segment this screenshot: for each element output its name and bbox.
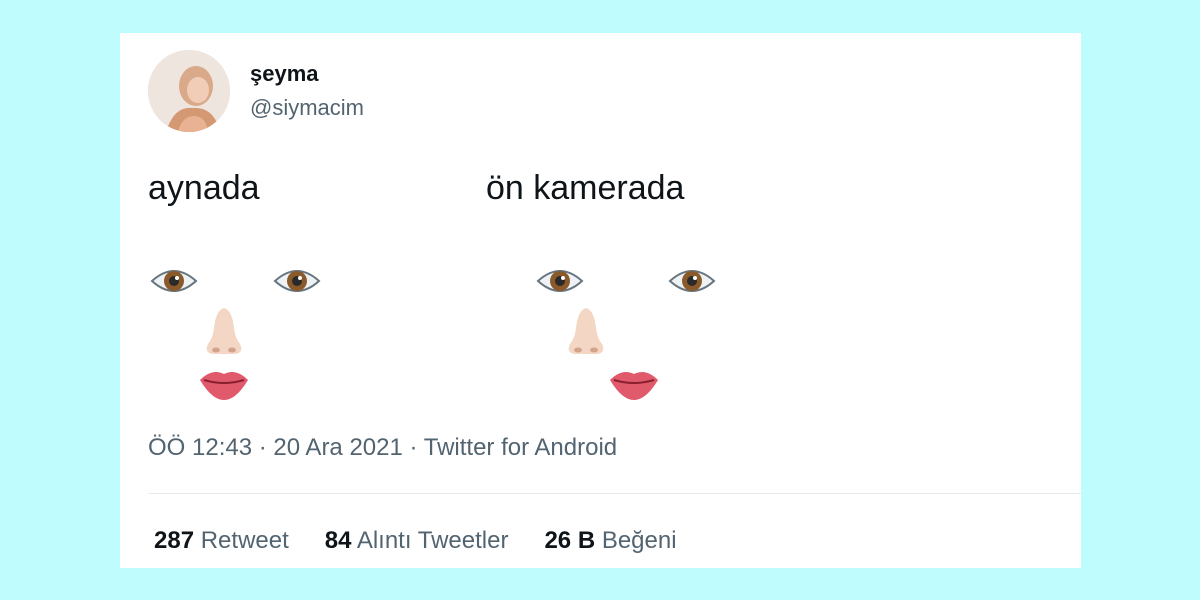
- like-count: 26 B: [544, 527, 596, 554]
- right-label: ön kamerada: [486, 169, 685, 207]
- nose-icon: [568, 308, 604, 354]
- quote-tweet-count: 84: [324, 527, 352, 554]
- left-label: aynada: [148, 169, 260, 207]
- avatar-image: [148, 50, 230, 132]
- quote-tweet-stat[interactable]: 84 Alıntı Tweetler: [325, 527, 509, 555]
- like-stat[interactable]: 26 B Beğeni: [544, 527, 676, 555]
- nose-icon: [206, 308, 242, 354]
- avatar[interactable]: [148, 50, 230, 132]
- front-camera-face: [534, 258, 734, 408]
- display-name[interactable]: şeyma: [250, 61, 319, 87]
- lips-icon: [610, 372, 658, 400]
- retweet-count: 287: [154, 527, 195, 554]
- divider: [148, 493, 1081, 494]
- tweet-stats: 287 Retweet 84 Alıntı Tweetler 26 B Beğe…: [154, 527, 677, 555]
- like-label: Beğeni: [601, 527, 677, 554]
- lips-icon: [200, 372, 248, 400]
- retweet-stat[interactable]: 287 Retweet: [154, 527, 289, 555]
- retweet-label: Retweet: [200, 527, 289, 554]
- user-handle[interactable]: @siymacim: [250, 95, 364, 121]
- eye-icon: [536, 270, 584, 292]
- tweet-timestamp[interactable]: ÖÖ 12:43 · 20 Ara 2021 · Twitter for And…: [148, 434, 617, 462]
- eye-icon: [668, 270, 716, 292]
- tweet-card: şeyma @siymacim aynada ön kamerada ÖÖ 12…: [120, 33, 1081, 568]
- mirror-face: [148, 258, 348, 408]
- eye-icon: [150, 270, 198, 292]
- eye-icon: [273, 270, 321, 292]
- quote-tweet-label: Alıntı Tweetler: [356, 527, 509, 554]
